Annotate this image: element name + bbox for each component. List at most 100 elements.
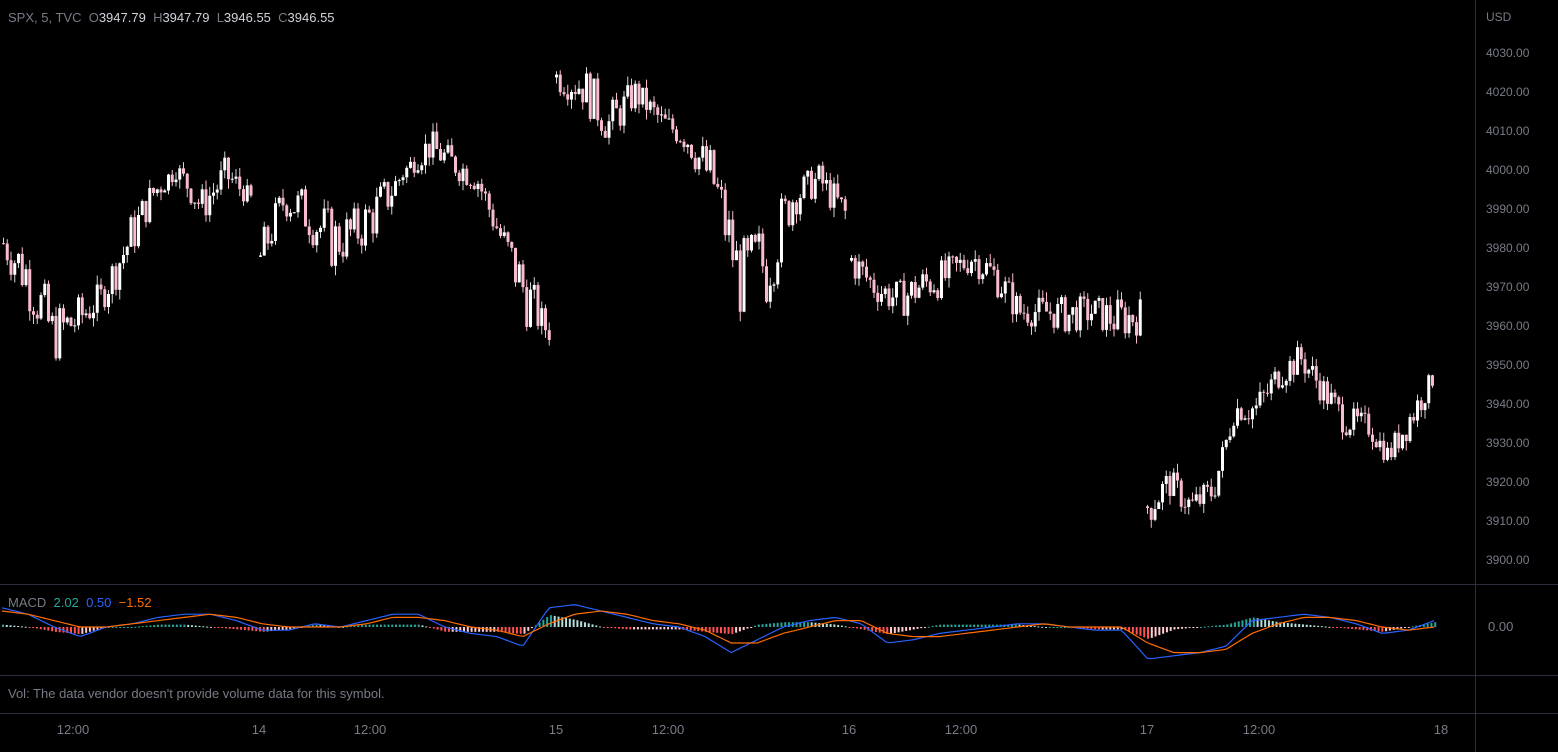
macd-histogram-bar (440, 627, 443, 631)
macd-histogram-bar (757, 624, 760, 627)
macd-histogram-bar (852, 627, 855, 628)
macd-histogram-bar (1298, 624, 1301, 627)
macd-histogram-bar (727, 627, 730, 634)
macd-histogram-bar (927, 626, 930, 628)
macd-histogram-bar (1347, 627, 1350, 629)
macd-histogram-bar (761, 624, 764, 627)
price-tick-label: 4000.00 (1486, 163, 1530, 177)
macd-histogram-bar (1313, 625, 1316, 627)
macd-histogram-bar (659, 627, 662, 630)
macd-histogram-bar (1407, 627, 1410, 628)
macd-histogram-bar (1354, 627, 1357, 630)
macd-histogram-bar (625, 627, 628, 630)
macd-histogram-bar (39, 627, 42, 630)
macd-histogram-bar (689, 627, 692, 631)
macd-histogram-bar (1324, 626, 1327, 628)
macd-histogram-bar (754, 625, 757, 627)
macd-histogram-bar (221, 627, 224, 629)
macd-histogram-bar (1052, 627, 1055, 628)
macd-histogram-bar (655, 627, 658, 630)
macd-histogram-bar (901, 627, 904, 632)
macd-histogram-bar (28, 627, 31, 628)
macd-histogram-bar (523, 627, 526, 634)
volume-message: Vol: The data vendor doesn't provide vol… (8, 686, 385, 701)
price-tick-label: 4010.00 (1486, 124, 1530, 138)
macd-histogram-bar (1339, 627, 1342, 628)
macd-histogram-bar (251, 627, 254, 631)
macd-histogram-bar (568, 618, 571, 627)
time-tick-label: 12:00 (651, 722, 685, 737)
macd-histogram-bar (153, 625, 156, 627)
macd-histogram-bar (70, 627, 73, 634)
macd-histogram-bar (115, 627, 118, 628)
macd-histogram-bar (750, 627, 753, 628)
macd-histogram-bar (413, 624, 416, 627)
macd-histogram-bar (825, 623, 828, 627)
macd-histogram-bar (508, 627, 511, 633)
macd-histogram-bar (837, 624, 840, 627)
macd-histogram-bar (1181, 627, 1184, 629)
macd-histogram-bar (122, 627, 125, 628)
macd-histogram-bar (1343, 627, 1346, 629)
macd-histogram-bar (735, 627, 738, 633)
macd-histogram-bar (587, 623, 590, 627)
macd-histogram-bar (1400, 627, 1403, 629)
macd-histogram-bar (198, 625, 201, 627)
price-tick-label: 4030.00 (1486, 46, 1530, 60)
macd-histogram-bar (285, 627, 288, 630)
macd-histogram-bar (670, 627, 673, 630)
macd-histogram-bar (406, 624, 409, 627)
macd-histogram-bar (856, 627, 859, 629)
macd-histogram-bar (920, 627, 923, 629)
macd-histogram-bar (262, 627, 265, 632)
macd-histogram-bar (164, 624, 167, 627)
price-tick-label: 3930.00 (1486, 436, 1530, 450)
macd-histogram-bar (138, 626, 141, 628)
macd-histogram-bar (73, 627, 76, 634)
macd-histogram-bar (213, 627, 216, 628)
macd-histogram-bar (580, 621, 583, 627)
macd-histogram-bar (383, 624, 386, 627)
macd-histogram-bar (47, 627, 50, 631)
currency-label[interactable]: USD (1486, 10, 1511, 24)
macd-histogram-bar (175, 624, 178, 627)
macd-histogram-bar (890, 627, 893, 634)
macd-histogram-bar (636, 627, 639, 630)
macd-histogram-bar (1305, 624, 1308, 627)
macd-histogram-bar (402, 624, 405, 627)
time-tick-label: 14 (251, 722, 267, 737)
macd-histogram-bar (916, 627, 919, 629)
macd-histogram-bar (240, 627, 243, 630)
macd-histogram-bar (217, 627, 220, 628)
macd-histogram-bar (935, 625, 938, 627)
macd-axis-tick: 0.00 (1488, 619, 1514, 634)
macd-histogram-bar (1033, 626, 1036, 628)
macd-histogram-bar (126, 627, 129, 628)
macd-histogram-bar (387, 624, 390, 627)
macd-histogram-bar (228, 627, 231, 629)
macd-histogram-bar (848, 627, 851, 628)
macd-histogram-bar (1041, 626, 1044, 628)
macd-histogram-bar (512, 627, 515, 634)
macd-histogram-bar (1230, 623, 1233, 627)
macd-histogram-bar (168, 624, 171, 627)
macd-histogram-bar (1335, 627, 1338, 628)
macd-chart[interactable] (0, 0, 1475, 752)
macd-histogram-bar (417, 624, 420, 627)
macd-histogram-bar (1252, 617, 1255, 627)
price-tick-label: 4020.00 (1486, 85, 1530, 99)
macd-histogram-bar (179, 624, 182, 627)
macd-histogram-bar (859, 627, 862, 630)
macd-histogram-bar (1173, 627, 1176, 630)
price-tick-label: 3900.00 (1486, 553, 1530, 567)
price-tick-label: 3950.00 (1486, 358, 1530, 372)
macd-histogram-bar (803, 622, 806, 627)
macd-histogram-bar (1139, 627, 1142, 636)
macd-histogram-bar (1222, 624, 1225, 627)
macd-histogram-bar (77, 627, 80, 634)
macd-histogram-bar (1328, 626, 1331, 628)
macd-histogram-bar (939, 624, 942, 627)
macd-histogram-bar (13, 625, 16, 627)
macd-histogram-bar (708, 627, 711, 633)
time-tick-label: 18 (1433, 722, 1449, 737)
